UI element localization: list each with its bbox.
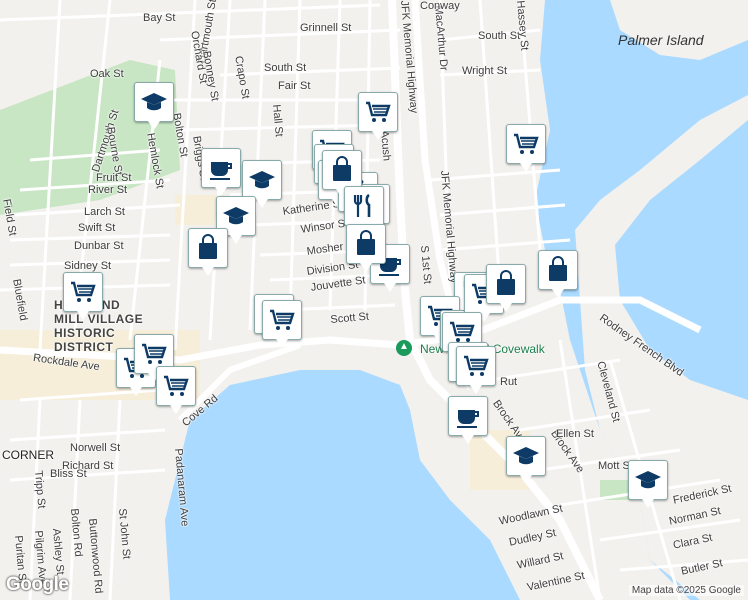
street-label: Fair St xyxy=(278,80,311,92)
school-icon xyxy=(141,93,167,111)
grocery-cart-icon xyxy=(164,375,189,396)
street-label: Conway xyxy=(420,0,460,12)
corner-label: CORNER xyxy=(2,448,55,462)
street-label: River St xyxy=(88,184,128,196)
street-label: Fruit St xyxy=(96,172,132,184)
grocery-cart-icon xyxy=(71,281,96,302)
map-attribution: Map data ©2025 Google xyxy=(628,585,744,596)
poi-pin[interactable] xyxy=(486,264,526,312)
street-label: Ellen St xyxy=(556,428,594,440)
poi-pin[interactable] xyxy=(322,150,362,198)
school-icon xyxy=(513,447,539,465)
street-label: Bliss St xyxy=(50,468,87,480)
poi-pin[interactable] xyxy=(506,436,546,484)
grocery-cart-icon xyxy=(270,309,295,330)
poi-pin[interactable] xyxy=(344,186,384,234)
street-label: Wright St xyxy=(462,65,508,77)
street-label: Rut xyxy=(500,376,518,388)
school-icon xyxy=(635,471,661,489)
park-icon xyxy=(396,340,412,356)
street-label: Dunbar St xyxy=(74,240,124,252)
shopping-bag-icon xyxy=(357,230,375,255)
poi-pin[interactable] xyxy=(63,272,103,320)
shopping-bag-icon xyxy=(333,156,351,181)
grocery-cart-icon xyxy=(514,133,539,154)
shopping-bag-icon xyxy=(549,256,567,281)
street-label: Grinnell St xyxy=(300,22,352,34)
poi-pin[interactable] xyxy=(628,460,668,508)
poi-pin[interactable] xyxy=(242,160,282,208)
poi-pin[interactable] xyxy=(456,346,496,394)
shopping-bag-icon xyxy=(199,234,217,259)
poi-pin[interactable] xyxy=(156,366,196,414)
street-label: Sidney St xyxy=(64,260,112,272)
map-canvas[interactable]: Palmer Island HOWLANDMILL VILLAGE HISTOR… xyxy=(0,0,748,600)
poi-pin[interactable] xyxy=(201,148,241,196)
grocery-cart-icon xyxy=(366,101,391,122)
street-label: South St xyxy=(264,62,307,74)
school-icon xyxy=(223,207,249,225)
restaurant-icon xyxy=(353,193,371,217)
street-label: Bay St xyxy=(143,12,176,24)
street-label: South St xyxy=(478,30,521,42)
poi-pin[interactable] xyxy=(188,228,228,276)
poi-pin[interactable] xyxy=(358,92,398,140)
shopping-bag-icon xyxy=(497,270,515,295)
poi-pin[interactable] xyxy=(134,82,174,130)
street-label: Swift St xyxy=(78,222,116,234)
cafe-icon xyxy=(457,410,479,428)
island-label: Palmer Island xyxy=(618,32,704,48)
street-label: Larch St xyxy=(84,206,125,218)
google-logo: Google xyxy=(6,574,69,595)
poi-pin[interactable] xyxy=(346,224,386,272)
street-label: Norwell St xyxy=(70,442,121,454)
school-icon xyxy=(249,171,275,189)
street-label: Oak St xyxy=(90,68,124,80)
poi-pin[interactable] xyxy=(262,300,302,348)
grocery-cart-icon xyxy=(142,343,167,364)
grocery-cart-icon xyxy=(464,355,489,376)
cafe-icon xyxy=(210,162,232,180)
poi-pin[interactable] xyxy=(448,396,488,444)
poi-pin[interactable] xyxy=(506,124,546,172)
poi-pin[interactable] xyxy=(538,250,578,298)
